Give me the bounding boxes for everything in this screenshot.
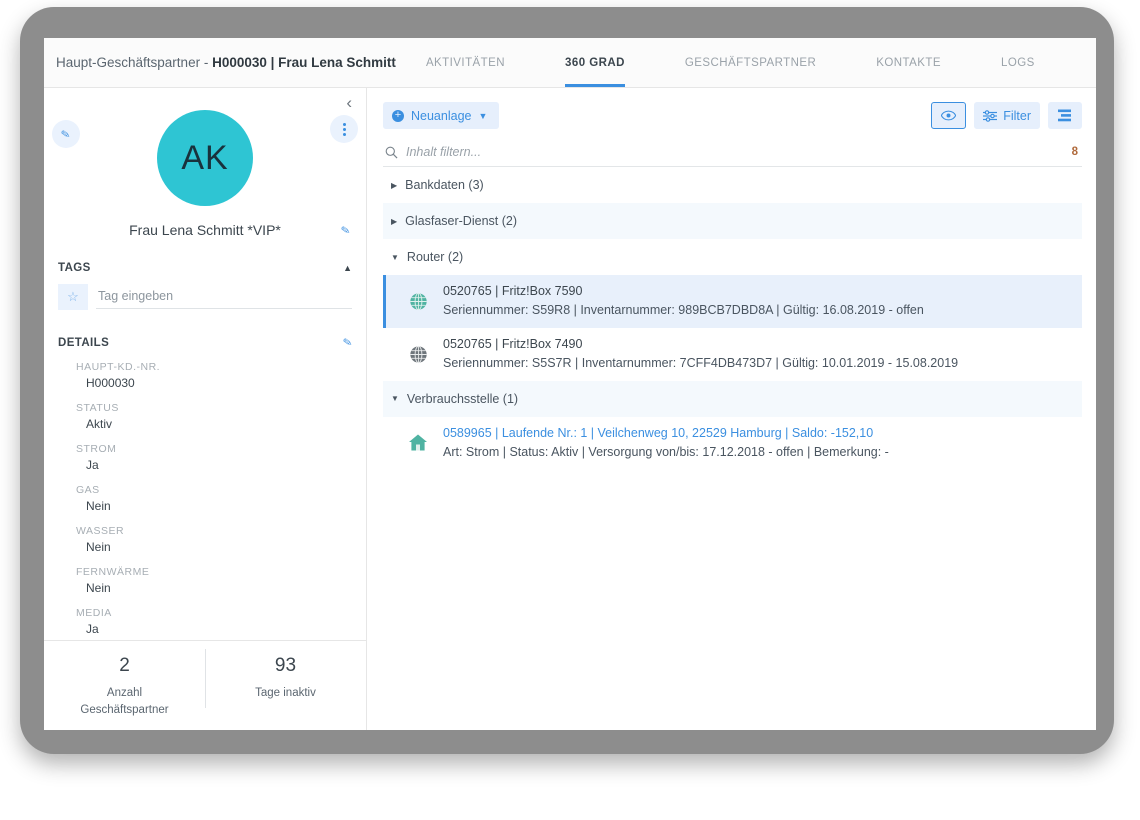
detail-value: Ja — [58, 458, 352, 472]
search-icon — [385, 146, 398, 159]
more-actions-button[interactable] — [330, 115, 358, 143]
filter-button[interactable]: Filter — [974, 102, 1040, 129]
detail-value: Nein — [58, 581, 352, 595]
detail-label: GAS — [58, 484, 352, 496]
edit-details-pencil-icon[interactable]: ✎ — [342, 335, 353, 349]
detail-label: MEDIA — [58, 607, 352, 619]
tab-logs[interactable]: LOGS — [1001, 38, 1035, 87]
globe-icon — [407, 290, 429, 312]
chevron-down-icon: ▼ — [391, 394, 399, 403]
visibility-toggle-button[interactable] — [931, 102, 966, 129]
section-header-glasfaser-dienst[interactable]: ▶ Glasfaser-Dienst (2) — [383, 203, 1082, 239]
list-item[interactable]: 0520765 | Fritz!Box 7490 Seriennummer: S… — [383, 328, 1082, 381]
accordion-list: ▶ Bankdaten (3) ▶ Glasfaser-Dienst (2) ▼… — [383, 167, 1082, 469]
stat-anzahl-geschaeftspartner: 2 Anzahl Geschäftspartner — [44, 641, 205, 730]
eye-icon — [941, 110, 956, 121]
stat-number: 2 — [44, 655, 205, 677]
detail-label: WASSER — [58, 525, 352, 537]
tab-bar: AKTIVITÄTEN 360 GRAD GESCHÄFTSPARTNER KO… — [426, 38, 1095, 87]
stat-label: Tage inaktiv — [205, 685, 366, 702]
breadcrumb-entity: H000030 | Frau Lena Schmitt — [212, 55, 396, 70]
item-title: 0520765 | Fritz!Box 7590 — [443, 282, 924, 301]
tab-kontakte[interactable]: KONTAKTE — [876, 38, 941, 87]
result-count-badge: 8 — [1072, 146, 1080, 158]
person-name: Frau Lena Schmitt *VIP* — [129, 222, 281, 238]
item-subtitle: Seriennummer: S5S7R | Inventarnummer: 7C… — [443, 354, 958, 373]
tag-input-row: ☆ — [58, 284, 352, 310]
item-subtitle: Seriennummer: S59R8 | Inventarnummer: 98… — [443, 301, 924, 320]
item-subtitle: Art: Strom | Status: Aktiv | Versorgung … — [443, 443, 889, 462]
stats-footer: 2 Anzahl Geschäftspartner 93 Tage inakti… — [44, 640, 366, 730]
detail-value: Ja — [58, 622, 352, 636]
chevron-down-icon: ▼ — [478, 111, 487, 121]
tags-title: TAGS — [58, 262, 91, 274]
filter-sliders-icon — [983, 110, 997, 122]
detail-label: STROM — [58, 443, 352, 455]
top-bar: Haupt-Geschäftspartner - H000030 | Frau … — [44, 38, 1096, 88]
detail-value: H000030 — [58, 376, 352, 390]
pencil-icon: ✎ — [60, 127, 71, 141]
item-title[interactable]: 0589965 | Laufende Nr.: 1 | Veilchenweg … — [443, 424, 889, 443]
app-window: Haupt-Geschäftspartner - H000030 | Frau … — [44, 38, 1096, 730]
kebab-menu-icon — [343, 123, 346, 136]
detail-label: STATUS — [58, 402, 352, 414]
section-header-bankdaten[interactable]: ▶ Bankdaten (3) — [383, 167, 1082, 203]
content-panel: + Neuanlage ▼ — [367, 88, 1096, 730]
neuanlage-button[interactable]: + Neuanlage ▼ — [383, 102, 499, 129]
filter-label: Filter — [1003, 109, 1031, 123]
breadcrumb: Haupt-Geschäftspartner - H000030 | Frau … — [44, 55, 396, 70]
avatar: AK — [157, 110, 253, 206]
breadcrumb-prefix: Haupt-Geschäftspartner - — [56, 55, 212, 70]
house-icon — [407, 432, 429, 454]
tab-360-grad[interactable]: 360 GRAD — [565, 38, 625, 87]
edit-avatar-button[interactable]: ✎ — [52, 120, 80, 148]
content-toolbar: + Neuanlage ▼ — [383, 102, 1082, 129]
detail-sidebar: ‹ ✎ AK Frau Lena Schmitt *VIP* ✎ TAGS ▲ … — [44, 88, 367, 730]
plus-circle-icon: + — [392, 110, 404, 122]
details-list: HAUPT-KD.-NR. H000030 STATUS Aktiv STROM… — [58, 361, 352, 636]
section-header-verbrauchsstelle[interactable]: ▼ Verbrauchsstelle (1) — [383, 381, 1082, 417]
globe-icon — [407, 343, 429, 365]
item-title: 0520765 | Fritz!Box 7490 — [443, 335, 958, 354]
stat-tage-inaktiv: 93 Tage inaktiv — [205, 641, 366, 730]
person-name-row: Frau Lena Schmitt *VIP* ✎ — [58, 222, 352, 238]
list-item[interactable]: 0589965 | Laufende Nr.: 1 | Veilchenweg … — [383, 417, 1082, 470]
content-filter-input[interactable] — [406, 145, 1072, 159]
details-title: DETAILS — [58, 337, 109, 349]
detail-label: HAUPT-KD.-NR. — [58, 361, 352, 373]
tab-geschaeftspartner[interactable]: GESCHÄFTSPARTNER — [685, 38, 816, 87]
stat-label: Anzahl Geschäftspartner — [44, 685, 205, 718]
chevron-right-icon: ▶ — [391, 217, 397, 226]
star-outline-icon[interactable]: ☆ — [58, 284, 88, 310]
detail-label: FERNWÄRME — [58, 566, 352, 578]
stat-number: 93 — [205, 655, 366, 677]
chevron-down-icon: ▼ — [391, 253, 399, 262]
section-title: Router (2) — [407, 250, 463, 264]
tag-input[interactable] — [96, 285, 352, 309]
section-header-router[interactable]: ▼ Router (2) — [383, 239, 1082, 275]
avatar-initials: AK — [181, 139, 228, 178]
edit-name-pencil-icon[interactable]: ✎ — [340, 223, 351, 237]
detail-value: Nein — [58, 499, 352, 513]
section-title: Verbrauchsstelle (1) — [407, 392, 518, 406]
layout-button[interactable] — [1048, 102, 1082, 129]
list-layout-icon — [1058, 109, 1072, 122]
neuanlage-label: Neuanlage — [411, 109, 471, 123]
details-section-header: DETAILS ✎ — [58, 336, 352, 349]
detail-value: Aktiv — [58, 417, 352, 431]
content-filter-bar: 8 — [383, 141, 1082, 167]
section-title: Glasfaser-Dienst (2) — [405, 214, 517, 228]
chevron-right-icon: ▶ — [391, 181, 397, 190]
chevron-left-icon[interactable]: ‹ — [346, 94, 352, 111]
list-item[interactable]: 0520765 | Fritz!Box 7590 Seriennummer: S… — [383, 275, 1082, 328]
section-title: Bankdaten (3) — [405, 178, 484, 192]
caret-up-icon[interactable]: ▲ — [343, 263, 352, 273]
tags-section-header: TAGS ▲ — [58, 262, 352, 274]
tab-aktivitaeten[interactable]: AKTIVITÄTEN — [426, 38, 505, 87]
main-body: ‹ ✎ AK Frau Lena Schmitt *VIP* ✎ TAGS ▲ … — [44, 88, 1096, 730]
detail-value: Nein — [58, 540, 352, 554]
